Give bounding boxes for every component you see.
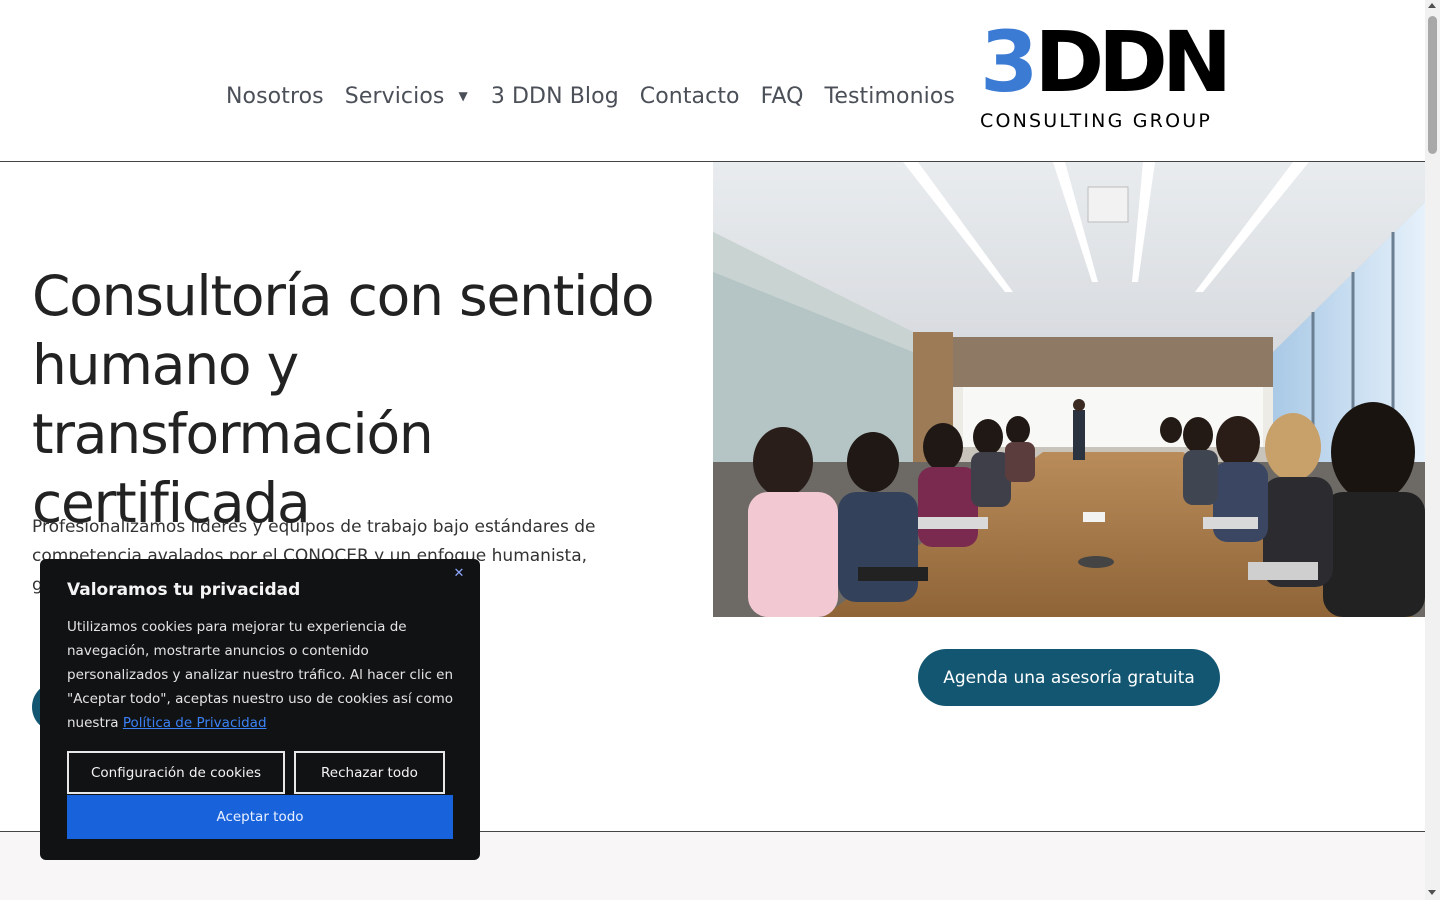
caret-down-icon: ▼ [458,89,468,103]
privacy-policy-link[interactable]: Política de Privacidad [123,715,267,731]
main-nav: Nosotros Servicios ▼ 3 DDN Blog Contacto … [226,80,955,112]
nav-label: Nosotros [226,83,324,109]
schedule-consultation-button[interactable]: Agenda una asesoría gratuita [918,649,1220,706]
hero-title: Consultoría con sentido humano y transfo… [32,264,655,535]
nav-item-nosotros[interactable]: Nosotros [226,84,324,109]
nav-label: Testimonios [824,83,955,109]
reject-all-button[interactable]: Rechazar todo [294,751,445,794]
cookie-consent-banner: ✕ Valoramos tu privacidad Utilizamos coo… [40,559,480,860]
close-icon[interactable]: ✕ [453,567,465,581]
meeting-photo [713,162,1425,617]
cookie-description: Utilizamos cookies para mejorar tu exper… [67,615,459,735]
nav-item-blog[interactable]: 3 DDN Blog [491,84,619,109]
nav-label: Servicios [344,83,445,109]
nav-label: 3 DDN Blog [490,83,619,109]
logo-subtitle: CONSULTING GROUP [980,110,1213,132]
logo-mark: 3 DDN [980,20,1232,104]
scroll-down-arrow-icon[interactable] [1428,890,1436,895]
nav-item-servicios[interactable]: Servicios ▼ [345,84,470,109]
cookie-title: Valoramos tu privacidad [67,580,301,600]
site-header: Nosotros Servicios ▼ 3 DDN Blog Contacto … [0,0,1425,162]
meeting-room-illustration [713,162,1425,617]
nav-item-testimonios[interactable]: Testimonios [825,84,955,109]
nav-label: Contacto [639,83,740,109]
logo-letters: DDN [1034,13,1232,111]
scroll-thumb[interactable] [1428,16,1437,154]
page-scrollbar[interactable] [1425,0,1440,900]
nav-item-contacto[interactable]: Contacto [640,84,740,109]
page: Nosotros Servicios ▼ 3 DDN Blog Contacto … [0,0,1440,900]
accept-all-button[interactable]: Aceptar todo [67,795,453,839]
logo-number: 3 [980,13,1038,111]
nav-label: FAQ [760,83,804,109]
cookie-settings-button[interactable]: Configuración de cookies [67,751,285,794]
nav-item-faq[interactable]: FAQ [761,84,804,109]
brand-logo[interactable]: 3 DDN CONSULTING GROUP [980,20,1232,132]
scroll-up-arrow-icon[interactable] [1428,3,1436,8]
